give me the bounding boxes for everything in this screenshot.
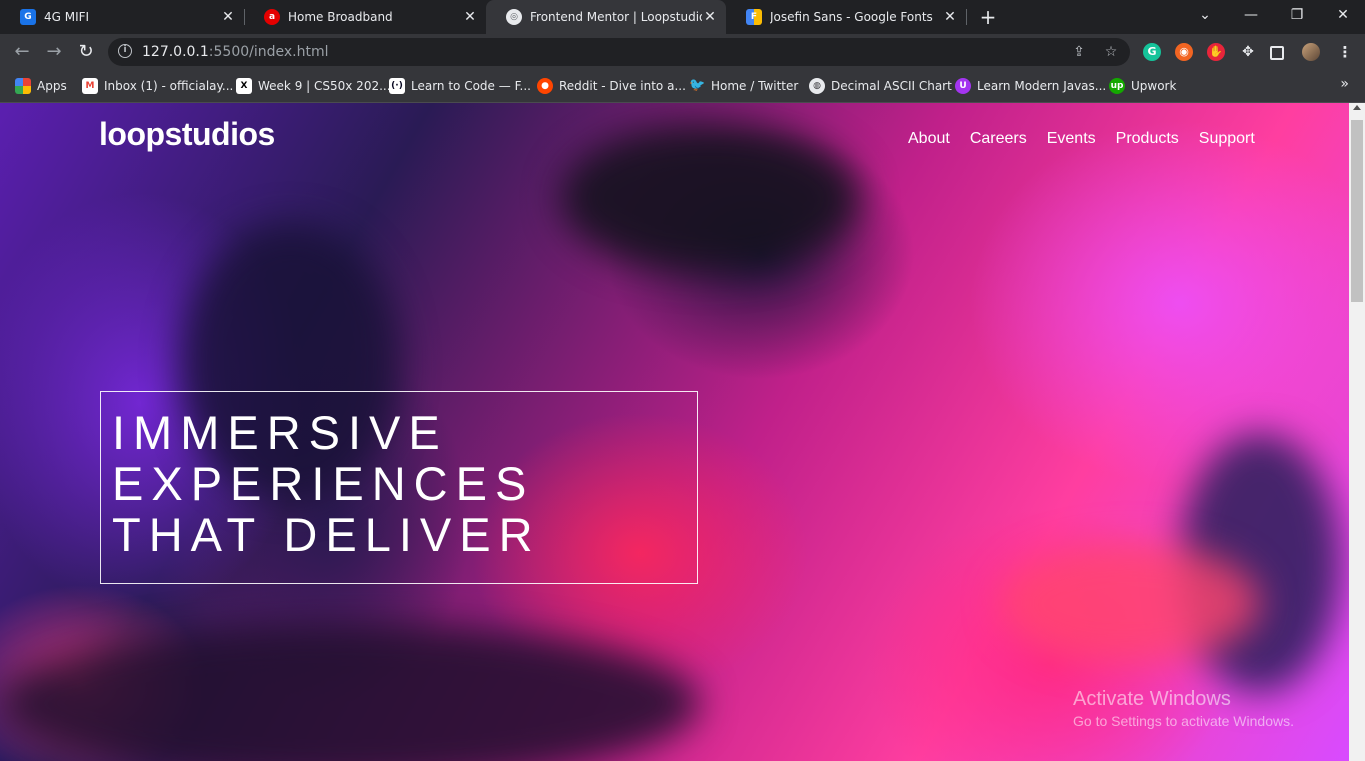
hero-headline-box: IMMERSIVE EXPERIENCES THAT DELIVER	[100, 391, 698, 584]
tab-home-broadband[interactable]: a Home Broadband ✕	[244, 0, 486, 34]
url-host: 127.0.0.1	[142, 44, 209, 60]
g-icon: G	[20, 9, 36, 25]
watermark-title: Activate Windows	[1073, 688, 1231, 710]
bookmark-twitter[interactable]: 🐦 Home / Twitter	[689, 77, 798, 95]
nav-link-about[interactable]: About	[908, 130, 950, 148]
bookmark-apps[interactable]: Apps	[15, 77, 67, 95]
apps-grid-icon	[15, 78, 31, 94]
nav-link-careers[interactable]: Careers	[970, 130, 1027, 148]
globe-icon: ◍	[809, 78, 825, 94]
tab-title: Home Broadband	[288, 10, 393, 24]
close-icon[interactable]: ✕	[462, 9, 478, 25]
scrollbar-thumb[interactable]	[1351, 120, 1363, 302]
bookmarks-bar: Apps M Inbox (1) - officialay... X Week …	[0, 70, 1365, 103]
watermark-subtitle: Go to Settings to activate Windows.	[1073, 713, 1294, 729]
tab-frontend-mentor[interactable]: ◎ Frontend Mentor | Loopstudios la ✕	[486, 0, 726, 34]
site-info-icon[interactable]: i	[118, 44, 132, 58]
scroll-up-arrow-icon[interactable]	[1353, 105, 1361, 110]
site-logo[interactable]: loopstudios	[99, 116, 275, 153]
bookmark-reddit[interactable]: ● Reddit - Dive into a...	[537, 77, 686, 95]
minimize-button[interactable]: —	[1228, 0, 1274, 30]
close-icon[interactable]: ✕	[702, 9, 718, 25]
tab-search-icon[interactable]: ⌄	[1182, 0, 1228, 30]
url-path: :5500/index.html	[208, 44, 329, 60]
forward-button[interactable]: →	[42, 40, 66, 64]
bookmark-freecodecamp[interactable]: (·) Learn to Code — F...	[389, 77, 531, 95]
side-panel-icon[interactable]	[1270, 46, 1284, 60]
new-tab-button[interactable]: +	[977, 4, 999, 30]
nav-link-events[interactable]: Events	[1047, 130, 1096, 148]
upwork-icon: up	[1109, 78, 1125, 94]
grammarly-icon[interactable]: G	[1143, 43, 1161, 61]
page-scrollbar[interactable]	[1349, 103, 1365, 761]
share-icon[interactable]: ⇪	[1070, 43, 1088, 61]
bookmark-label: Reddit - Dive into a...	[559, 79, 686, 93]
bookmarks-overflow-button[interactable]: »	[1340, 76, 1349, 92]
bookmark-label: Decimal ASCII Chart	[831, 79, 952, 93]
bookmark-js-course[interactable]: U Learn Modern Javas...	[955, 77, 1106, 95]
bookmark-upwork[interactable]: up Upwork	[1109, 77, 1176, 95]
reload-button[interactable]: ↻	[74, 40, 98, 64]
restore-button[interactable]: ❐	[1274, 0, 1320, 30]
page-viewport: loopstudios About Careers Events Product…	[0, 103, 1349, 761]
bookmark-label: Upwork	[1131, 79, 1177, 93]
bookmark-label: Home / Twitter	[711, 79, 799, 93]
hero-background-image	[560, 123, 860, 273]
main-nav: About Careers Events Products Support	[908, 130, 1255, 148]
bookmark-label: Week 9 | CS50x 202...	[258, 79, 391, 93]
rss-icon[interactable]: ◉	[1175, 43, 1193, 61]
close-icon[interactable]: ✕	[942, 9, 958, 25]
browser-toolbar: ← → ↻ i 127.0.0.1:5500/index.html ⇪ ☆ G …	[0, 34, 1365, 70]
hero-line: EXPERIENCES	[112, 457, 535, 510]
tab-4g-mifi[interactable]: G 4G MIFI ✕	[0, 0, 244, 34]
hero-background-image	[1000, 543, 1260, 663]
hero-line: THAT DELIVER	[112, 508, 541, 561]
bookmark-label: Learn Modern Javas...	[977, 79, 1107, 93]
tab-josefin-sans[interactable]: F Josefin Sans - Google Fonts ✕	[726, 0, 966, 34]
address-bar[interactable]: i 127.0.0.1:5500/index.html ⇪ ☆	[108, 38, 1130, 66]
bookmark-label: Apps	[37, 79, 67, 93]
bookmark-label: Inbox (1) - officialay...	[104, 79, 234, 93]
freecodecamp-icon: (·)	[389, 78, 405, 94]
bookmark-cs50[interactable]: X Week 9 | CS50x 202...	[236, 77, 391, 95]
bookmark-gmail[interactable]: M Inbox (1) - officialay...	[82, 77, 233, 95]
extensions-puzzle-icon[interactable]: ✥	[1239, 43, 1257, 61]
cs50-icon: X	[236, 78, 252, 94]
globe-icon: ◎	[506, 9, 522, 25]
google-fonts-icon: F	[746, 9, 762, 25]
nav-link-products[interactable]: Products	[1116, 130, 1179, 148]
avatar[interactable]	[1302, 43, 1320, 61]
hero-headline: IMMERSIVE EXPERIENCES THAT DELIVER	[101, 407, 541, 560]
close-icon[interactable]: ✕	[220, 9, 236, 25]
activate-windows-watermark: Activate Windows Go to Settings to activ…	[1073, 688, 1294, 729]
js-course-icon: U	[955, 78, 971, 94]
back-button[interactable]: ←	[10, 40, 34, 64]
tab-separator	[966, 9, 967, 25]
url-text[interactable]: 127.0.0.1:5500/index.html	[142, 44, 329, 60]
bookmark-label: Learn to Code — F...	[411, 79, 531, 93]
nav-link-support[interactable]: Support	[1199, 130, 1255, 148]
hero-line: IMMERSIVE	[112, 406, 448, 459]
gmail-icon: M	[82, 78, 98, 94]
bookmark-star-icon[interactable]: ☆	[1102, 43, 1120, 61]
hero-background-image	[0, 623, 700, 761]
airtel-icon: a	[264, 9, 280, 25]
bookmark-ascii[interactable]: ◍ Decimal ASCII Chart	[809, 77, 952, 95]
close-window-button[interactable]: ✕	[1320, 0, 1365, 30]
tab-strip: G 4G MIFI ✕ a Home Broadband ✕ ◎ Fronten…	[0, 0, 1365, 34]
menu-kebab-icon[interactable]: ⋮	[1336, 43, 1354, 61]
reddit-icon: ●	[537, 78, 553, 94]
adblock-icon[interactable]: ✋	[1207, 43, 1225, 61]
twitter-icon: 🐦	[689, 78, 706, 93]
tab-title: Josefin Sans - Google Fonts	[770, 10, 933, 24]
tab-title: Frontend Mentor | Loopstudios la	[530, 10, 702, 24]
tab-title: 4G MIFI	[44, 10, 90, 24]
